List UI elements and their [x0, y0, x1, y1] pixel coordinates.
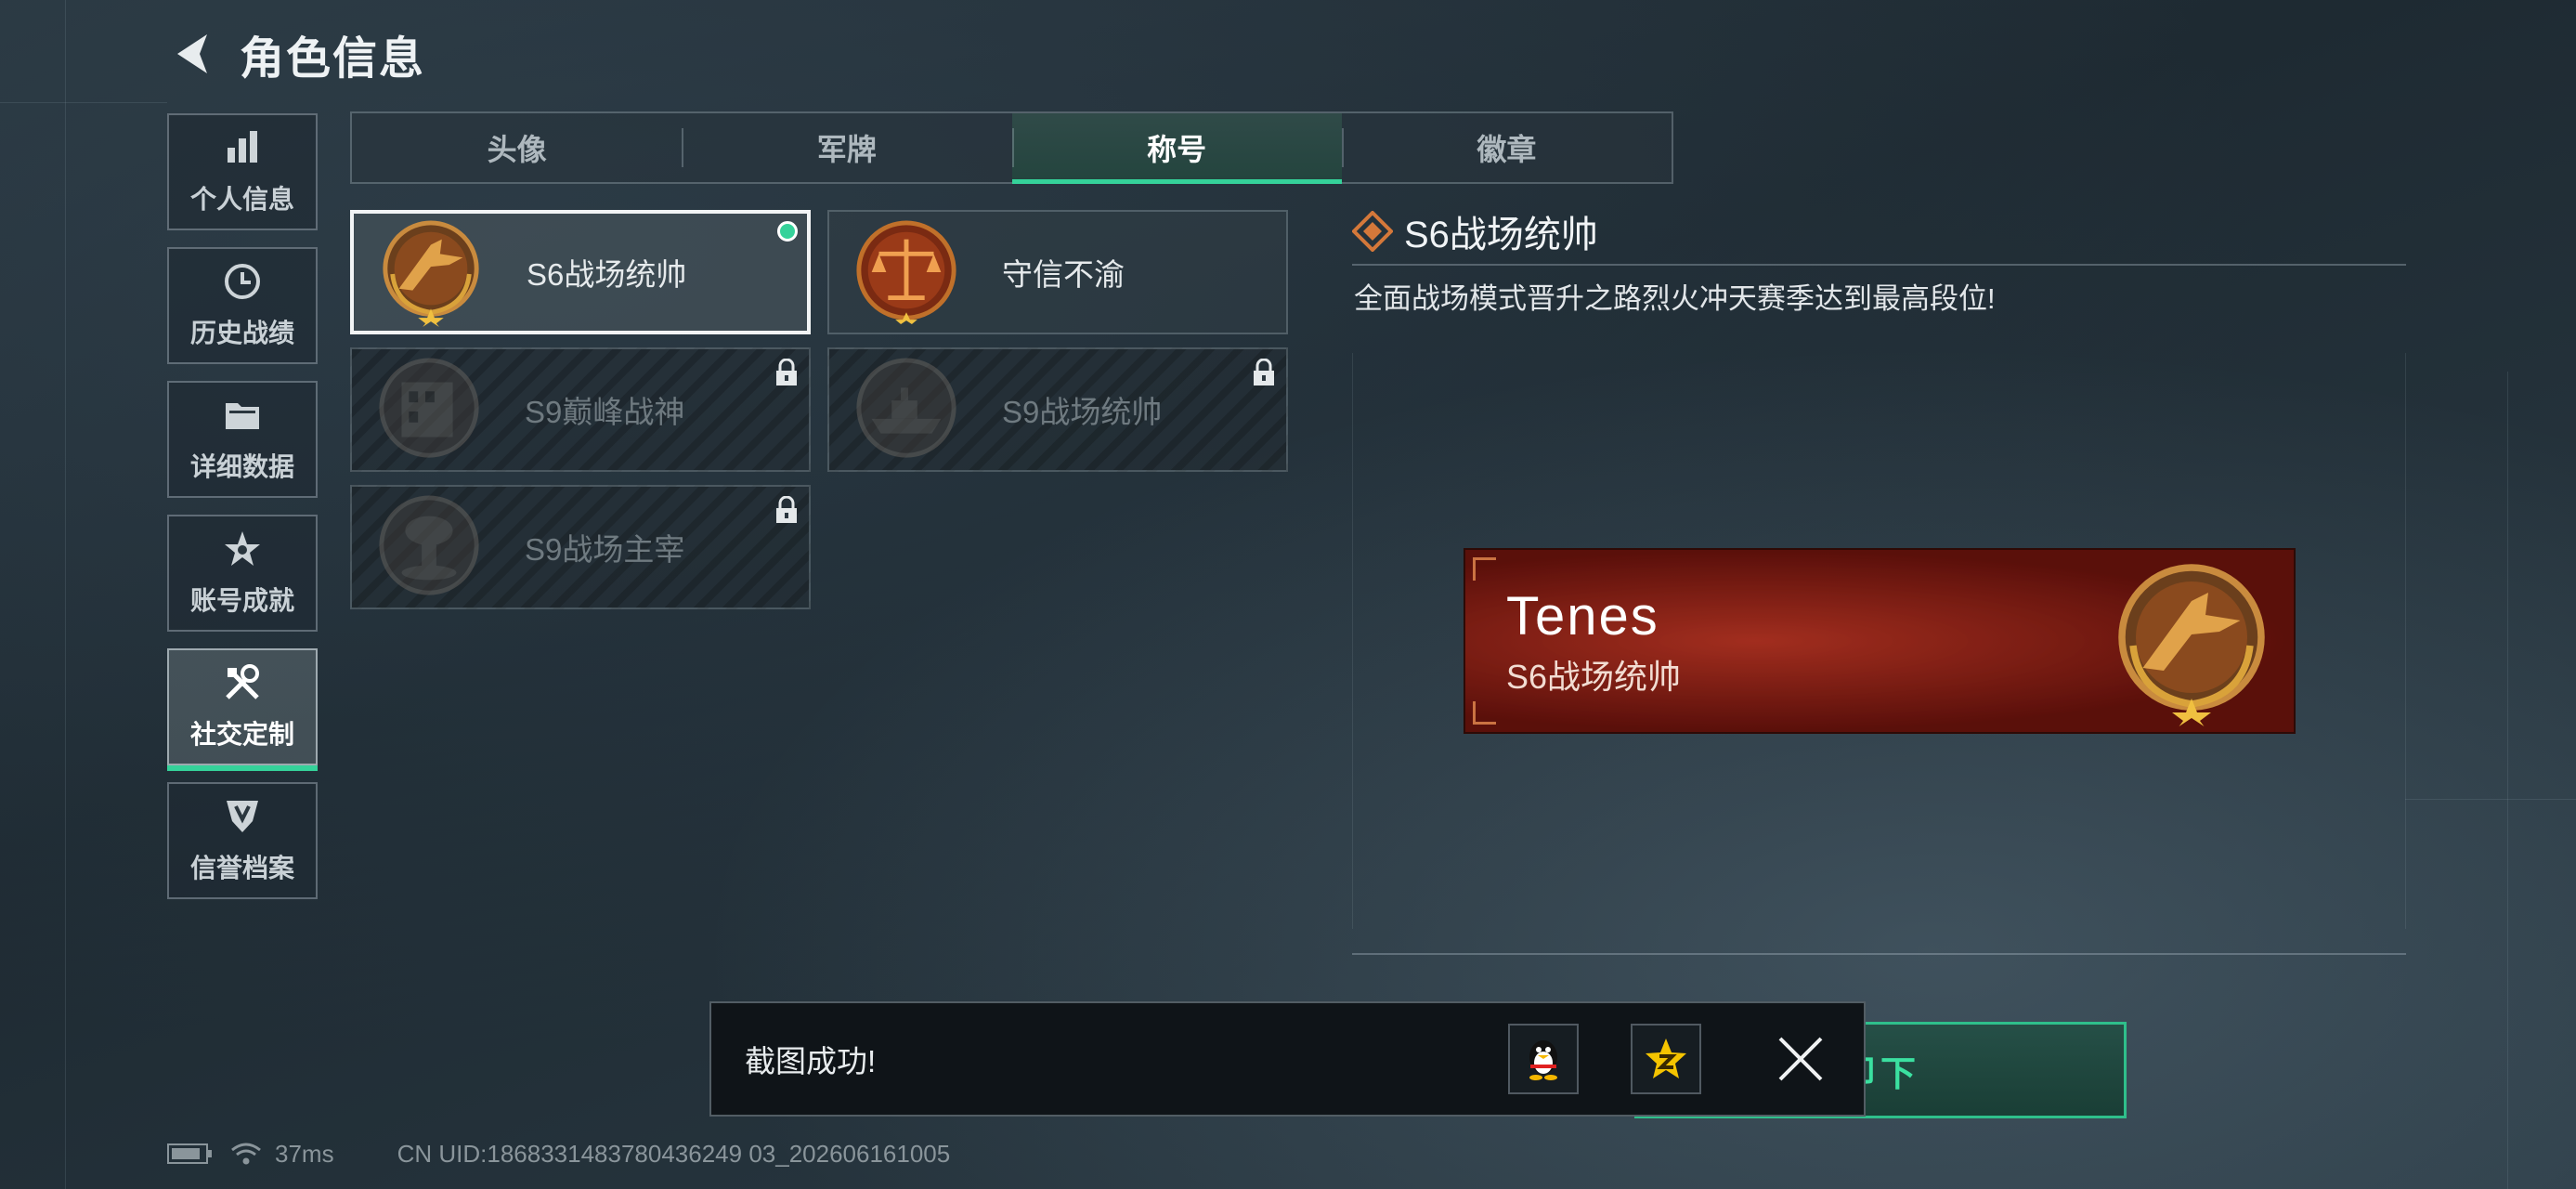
page-title: 角色信息 — [240, 34, 426, 84]
sidebar-item-achievements[interactable]: 账号成就 — [167, 515, 318, 632]
tab-badge[interactable]: 徽章 — [1341, 113, 1672, 182]
detail-description: 全面战场模式晋升之路烈火冲天赛季达到最高段位! — [1354, 282, 1996, 315]
title-card-s6-commander[interactable]: S6战场统帅 — [350, 210, 811, 334]
sidebar-item-history[interactable]: 历史战绩 — [167, 247, 318, 364]
fighter-jet-emblem-icon — [2118, 564, 2265, 726]
tab-avatar[interactable]: 头像 — [352, 113, 682, 182]
ping-value: 37ms — [275, 1139, 334, 1168]
sidebar-item-detailed-data[interactable]: 详细数据 — [167, 381, 318, 498]
back-arrow-icon — [177, 34, 207, 73]
tools-icon — [222, 662, 263, 703]
close-icon[interactable] — [1773, 1031, 1828, 1087]
title-label: S9战场统帅 — [1002, 395, 1163, 429]
share-qzone-button[interactable] — [1631, 1024, 1701, 1094]
building-emblem-icon — [379, 358, 479, 458]
customization-tabs: 头像 军牌 称号 徽章 — [350, 111, 1673, 184]
grid-line — [2507, 372, 2508, 1189]
diamond-title-icon — [1352, 211, 1393, 252]
sidebar-item-label: 社交定制 — [189, 720, 294, 749]
toast-message: 截图成功! — [745, 1044, 877, 1078]
tab-dog-tag[interactable]: 军牌 — [682, 113, 1011, 182]
title-card-s9-war-god[interactable]: S9巅峰战神 — [350, 347, 811, 472]
uid-text: CN UID:1868331483780436249 03_2026061610… — [397, 1139, 951, 1168]
page-header: 角色信息 — [167, 24, 808, 84]
clock-icon — [222, 261, 263, 302]
share-qq-button[interactable] — [1508, 1024, 1579, 1094]
fighter-jet-emblem-icon — [383, 220, 479, 327]
detail-header: S6战场统帅 — [1352, 204, 1598, 258]
qzone-star-icon — [1646, 1039, 1686, 1078]
shield-emblem-icon — [222, 796, 263, 837]
scales-emblem-icon — [856, 220, 956, 325]
qq-penguin-icon — [1529, 1040, 1557, 1080]
grid-line — [2405, 799, 2576, 800]
sidebar-item-social-custom[interactable]: 社交定制 — [167, 648, 318, 771]
achievement-star-icon — [222, 529, 263, 569]
sidebar-item-personal-info[interactable]: 个人信息 — [167, 113, 318, 230]
bar-chart-icon — [222, 127, 263, 168]
lock-icon — [776, 496, 797, 523]
title-decoration — [418, 33, 808, 71]
back-button[interactable] — [167, 28, 219, 80]
sidebar-item-label: 信誉档案 — [189, 854, 294, 882]
detail-title: S6战场统帅 — [1404, 215, 1598, 255]
sidebar-item-credit-file[interactable]: 信誉档案 — [167, 782, 318, 899]
equipped-indicator — [777, 221, 798, 242]
screenshot-toast: 截图成功! — [709, 1001, 1866, 1117]
sidebar-item-label: 详细数据 — [189, 452, 294, 481]
grid-line — [65, 0, 66, 1189]
status-bar: 37ms CN UID:1868331483780436249 03_20260… — [167, 1135, 950, 1172]
lock-icon — [776, 359, 797, 385]
divider — [1352, 953, 2406, 955]
sidebar-item-label: 个人信息 — [189, 185, 294, 214]
tab-title[interactable]: 称号 — [1011, 113, 1343, 184]
title-label: S9巅峰战神 — [525, 395, 685, 429]
player-name: Tenes — [1506, 586, 1659, 647]
title-label: S9战场主宰 — [525, 532, 685, 567]
warship-emblem-icon — [856, 358, 956, 458]
title-label: 守信不渝 — [1002, 257, 1125, 292]
grid-line — [0, 102, 167, 103]
sidebar-item-label: 历史战绩 — [189, 319, 294, 347]
lock-icon — [1254, 359, 1274, 385]
title-card-s9-dominator[interactable]: S9战场主宰 — [350, 485, 811, 609]
nameplate-title: S6战场统帅 — [1506, 658, 1682, 696]
folder-icon — [222, 395, 263, 436]
title-card-s9-commander[interactable]: S9战场统帅 — [827, 347, 1288, 472]
divider — [1352, 264, 2406, 266]
mushroom-cloud-emblem-icon — [379, 495, 479, 595]
wifi-icon — [231, 1143, 261, 1165]
title-card-faithful[interactable]: 守信不渝 — [827, 210, 1288, 334]
game-screen: 角色信息 个人信息 历史战绩 详细数据 账号成就 社交定制 信誉档案 头像 军牌… — [0, 0, 2576, 1189]
nameplate-preview: Tenes S6战场统帅 — [1464, 548, 2296, 734]
title-label: S6战场统帅 — [527, 257, 687, 292]
sidebar-item-label: 账号成就 — [189, 586, 294, 615]
battery-icon — [167, 1143, 212, 1164]
